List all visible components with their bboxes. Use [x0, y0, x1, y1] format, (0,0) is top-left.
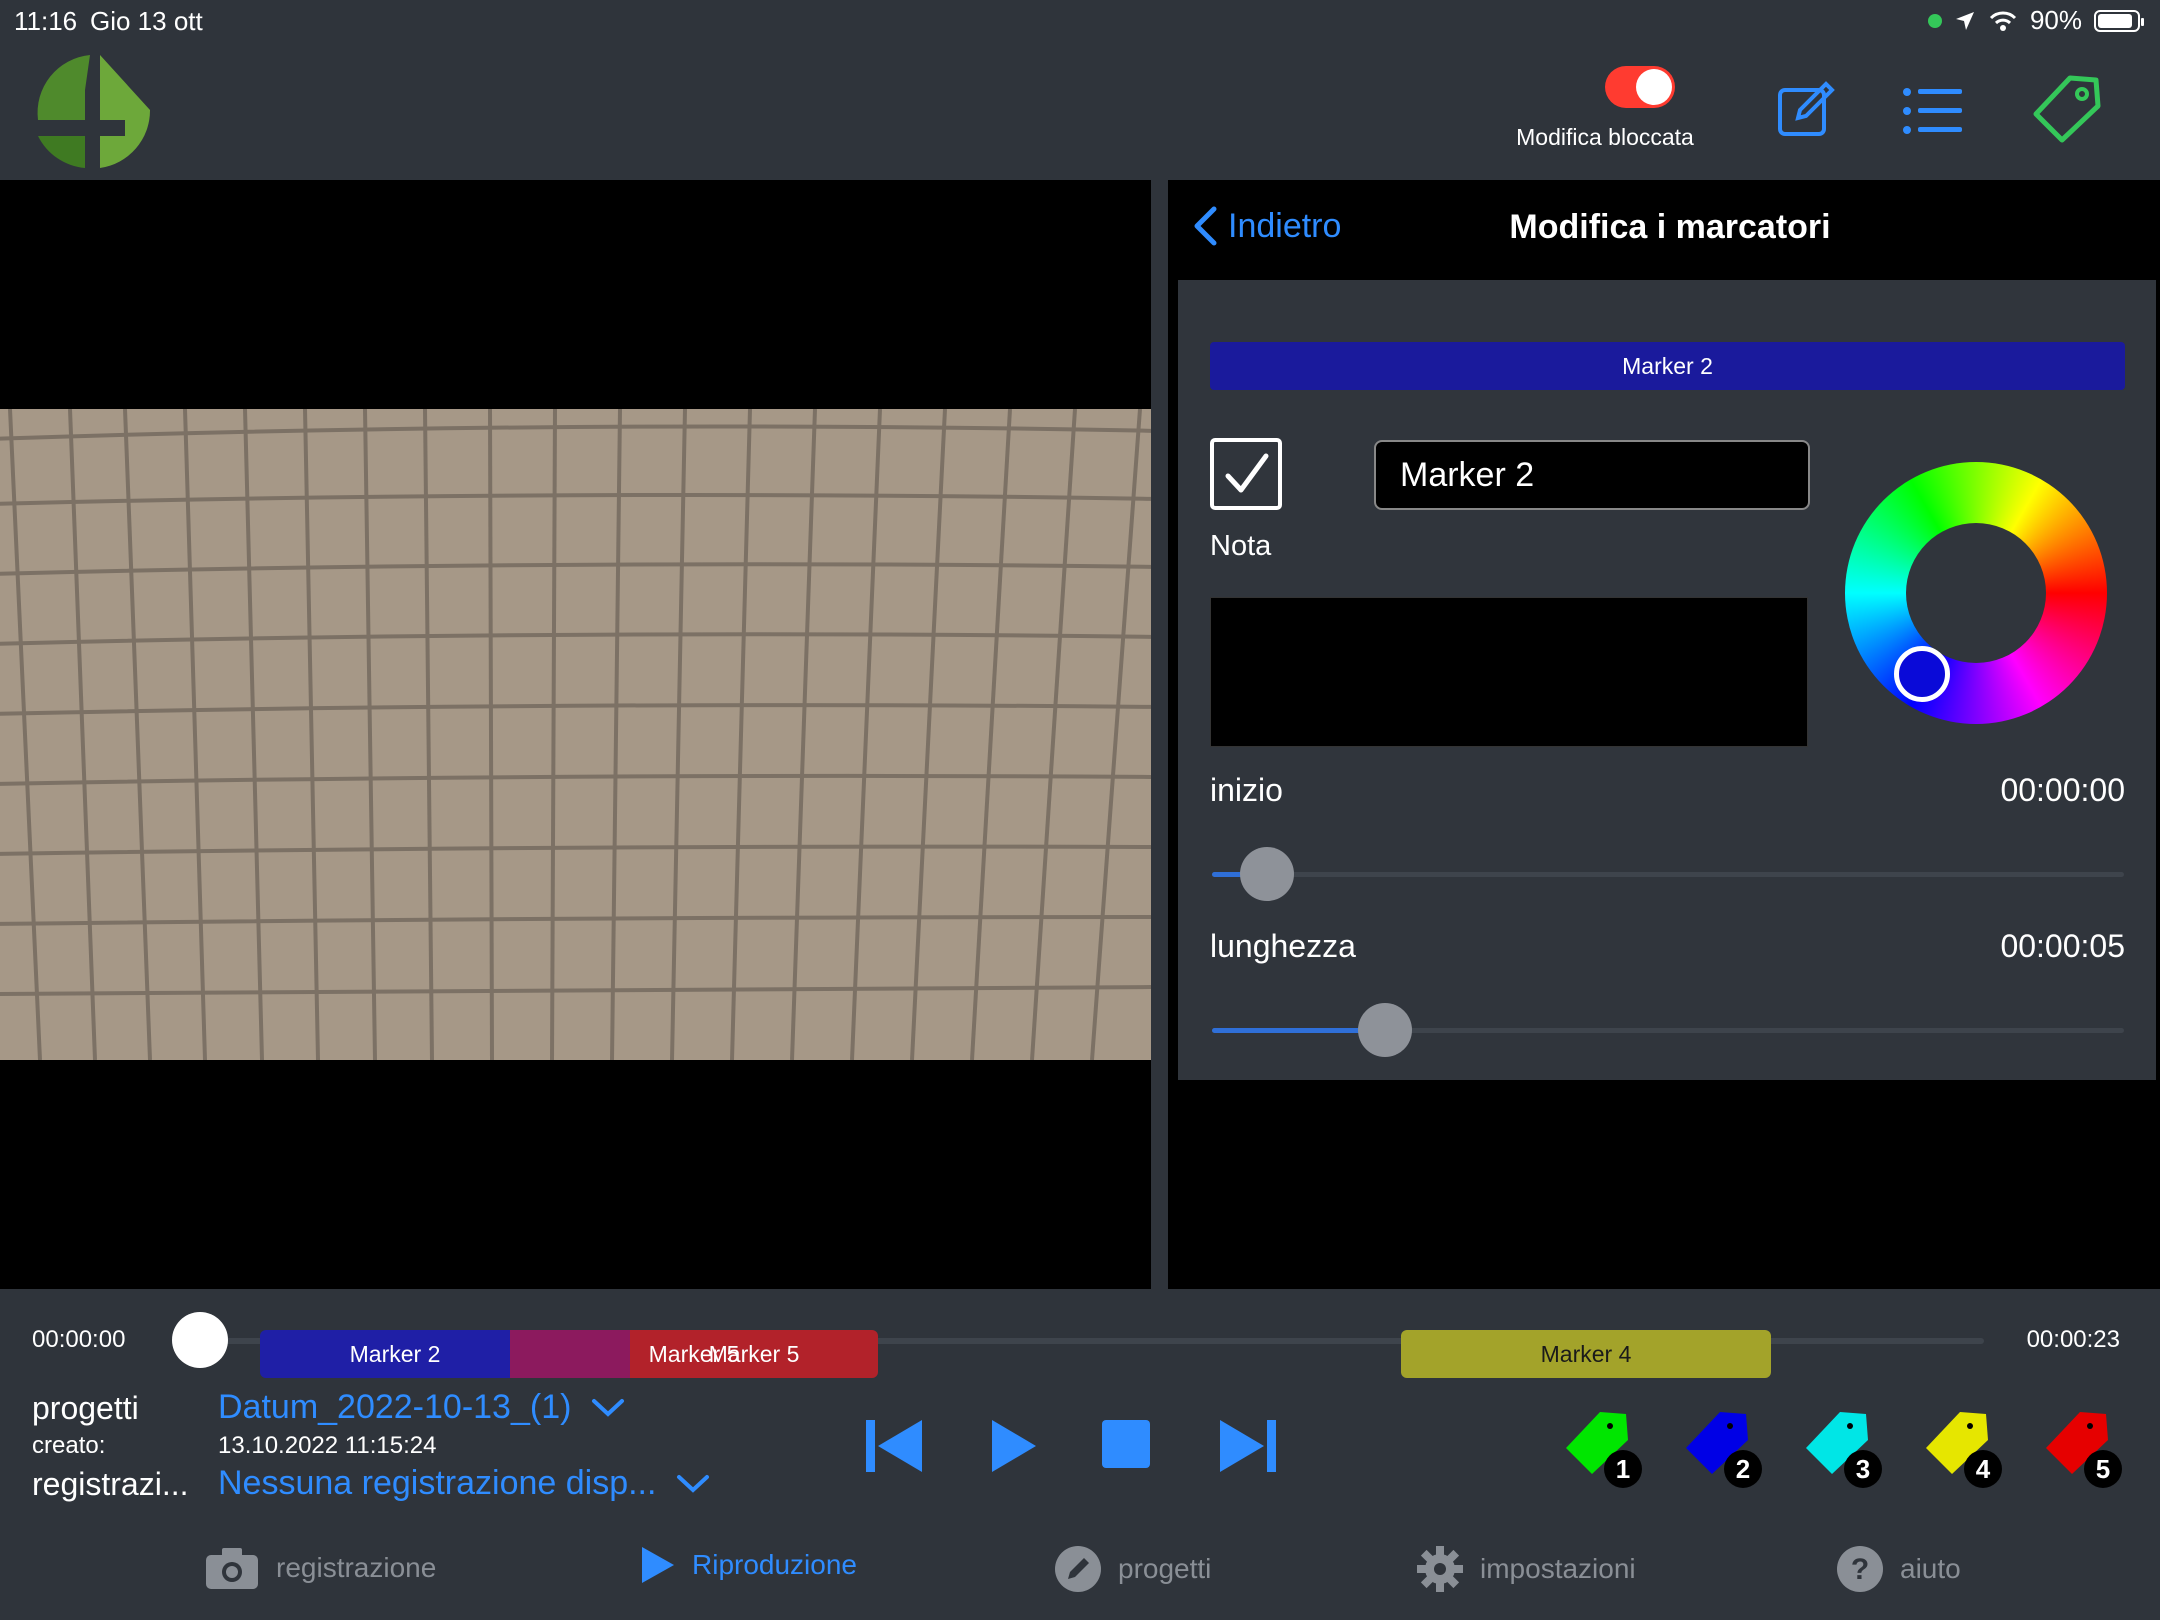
- segment-label: Marker 2: [349, 1341, 441, 1367]
- start-label: inizio: [1210, 772, 1283, 808]
- created-value: 13.10.2022 11:15:24: [218, 1432, 437, 1459]
- video-grid-image: [0, 409, 1151, 1060]
- length-value: 00:00:05: [2000, 928, 2125, 964]
- recording-label: registrazi...: [32, 1466, 189, 1502]
- help-icon: ?: [1837, 1546, 1883, 1592]
- wifi-icon: [1989, 11, 2017, 31]
- app-logo-icon: [37, 55, 151, 168]
- tag-number-badge: 5: [2084, 1450, 2122, 1488]
- skip-forward-icon[interactable]: [1218, 1418, 1278, 1474]
- marker-name-input[interactable]: Marker 2: [1374, 440, 1810, 510]
- project-name: Datum_2022-10-13_(1): [218, 1388, 572, 1426]
- green-dot-icon: [1927, 13, 1942, 28]
- tab-impostazioni[interactable]: impostazioni: [1416, 1545, 1636, 1593]
- tab-registrazione[interactable]: registrazione: [204, 1545, 436, 1591]
- edit-icon[interactable]: [1776, 80, 1836, 140]
- start-slider-track[interactable]: [1212, 872, 2124, 877]
- battery-percent: 90%: [2029, 5, 2082, 35]
- color-picker-handle[interactable]: [1894, 646, 1950, 702]
- checkmark-icon: [1225, 453, 1269, 493]
- stop-icon[interactable]: [1100, 1418, 1152, 1470]
- marker-header-bar: Marker 2: [1210, 342, 2125, 390]
- marker-tag-button-4[interactable]: 4: [1922, 1408, 2006, 1492]
- video-frame: [0, 409, 1151, 1060]
- note-textarea[interactable]: [1210, 597, 1808, 747]
- chevron-down-icon: [677, 1474, 710, 1493]
- project-selector[interactable]: Datum_2022-10-13_(1): [218, 1388, 625, 1427]
- chevron-left-icon: [1194, 206, 1217, 246]
- skip-back-icon[interactable]: [864, 1418, 924, 1474]
- length-slider-thumb[interactable]: [1358, 1003, 1413, 1057]
- nota-checkbox[interactable]: [1210, 438, 1282, 510]
- marker-tag-button-1[interactable]: 1: [1562, 1408, 1646, 1492]
- timeline-end-time: 00:00:23: [2026, 1326, 2120, 1353]
- tag-number-badge: 2: [1724, 1450, 1762, 1488]
- timeline-start-time: 00:00:00: [32, 1326, 126, 1353]
- back-label: Indietro: [1228, 206, 1342, 245]
- tag-number-badge: 1: [1604, 1450, 1642, 1488]
- tag-icon[interactable]: [2032, 74, 2102, 144]
- battery-icon: [2094, 9, 2144, 32]
- pencil-icon: [1055, 1546, 1101, 1592]
- recording-selector[interactable]: Nessuna registrazione disp...: [218, 1464, 710, 1503]
- status-time: 11:16: [14, 6, 78, 36]
- tab-label: Riproduzione: [692, 1549, 857, 1580]
- nota-label: Nota: [1210, 530, 1272, 562]
- timeline-playhead[interactable]: [172, 1312, 228, 1368]
- tag-number-badge: 4: [1964, 1450, 2002, 1488]
- tab-progetti[interactable]: progetti: [1054, 1545, 1211, 1593]
- color-wheel-center: [1906, 523, 2046, 663]
- length-label: lunghezza: [1210, 928, 1356, 964]
- recording-value: Nessuna registrazione disp...: [218, 1464, 657, 1502]
- tab-label: aiuto: [1900, 1553, 1961, 1584]
- timeline-segment-marker-2[interactable]: Marker 2: [260, 1330, 530, 1378]
- play-icon: [642, 1547, 674, 1583]
- timeline-segment-marker-4[interactable]: Marker 4: [1401, 1330, 1771, 1378]
- projects-label: progetti: [32, 1390, 139, 1426]
- svg-text:?: ?: [1851, 1553, 1869, 1586]
- start-value: 00:00:00: [2000, 772, 2125, 808]
- timeline-segment-marker-5-label: Marker 5: [630, 1330, 878, 1378]
- gear-icon: [1417, 1546, 1463, 1592]
- segment-label: Marker 5: [708, 1341, 800, 1367]
- tag-number-badge: 3: [1844, 1450, 1882, 1488]
- edit-lock-label: Modifica bloccata: [1516, 124, 1694, 150]
- panel-title: Modifica i marcatori: [1509, 208, 1831, 246]
- tab-label: impostazioni: [1480, 1553, 1636, 1584]
- marker-tag-button-2[interactable]: 2: [1682, 1408, 1766, 1492]
- tab-label: progetti: [1118, 1553, 1212, 1584]
- marker-tag-button-5[interactable]: 5: [2042, 1408, 2126, 1492]
- list-icon[interactable]: [1902, 86, 1964, 136]
- toggle-knob: [1636, 69, 1672, 105]
- status-date: Gio 13 ott: [90, 6, 203, 36]
- created-label: creato:: [32, 1432, 106, 1459]
- camera-icon: [206, 1548, 258, 1589]
- tab-riproduzione[interactable]: Riproduzione: [640, 1545, 857, 1585]
- back-button[interactable]: Indietro: [1192, 206, 1341, 246]
- chevron-down-icon: [592, 1398, 625, 1417]
- start-slider-thumb[interactable]: [1239, 847, 1294, 901]
- marker-tag-button-3[interactable]: 3: [1802, 1408, 1886, 1492]
- tab-label: registrazione: [276, 1552, 437, 1583]
- play-icon[interactable]: [990, 1418, 1038, 1474]
- location-arrow-icon: [1955, 11, 1974, 30]
- status-bar: 11:16 Gio 13 ott 90%: [0, 0, 2160, 42]
- status-right: 90%: [1927, 5, 2144, 36]
- edit-lock-toggle[interactable]: [1605, 66, 1675, 108]
- color-wheel[interactable]: [1845, 462, 2107, 724]
- timeline-segment-overlap: [510, 1330, 630, 1378]
- tab-aiuto[interactable]: ? aiuto: [1836, 1545, 1961, 1593]
- segment-label: Marker 4: [1540, 1341, 1632, 1367]
